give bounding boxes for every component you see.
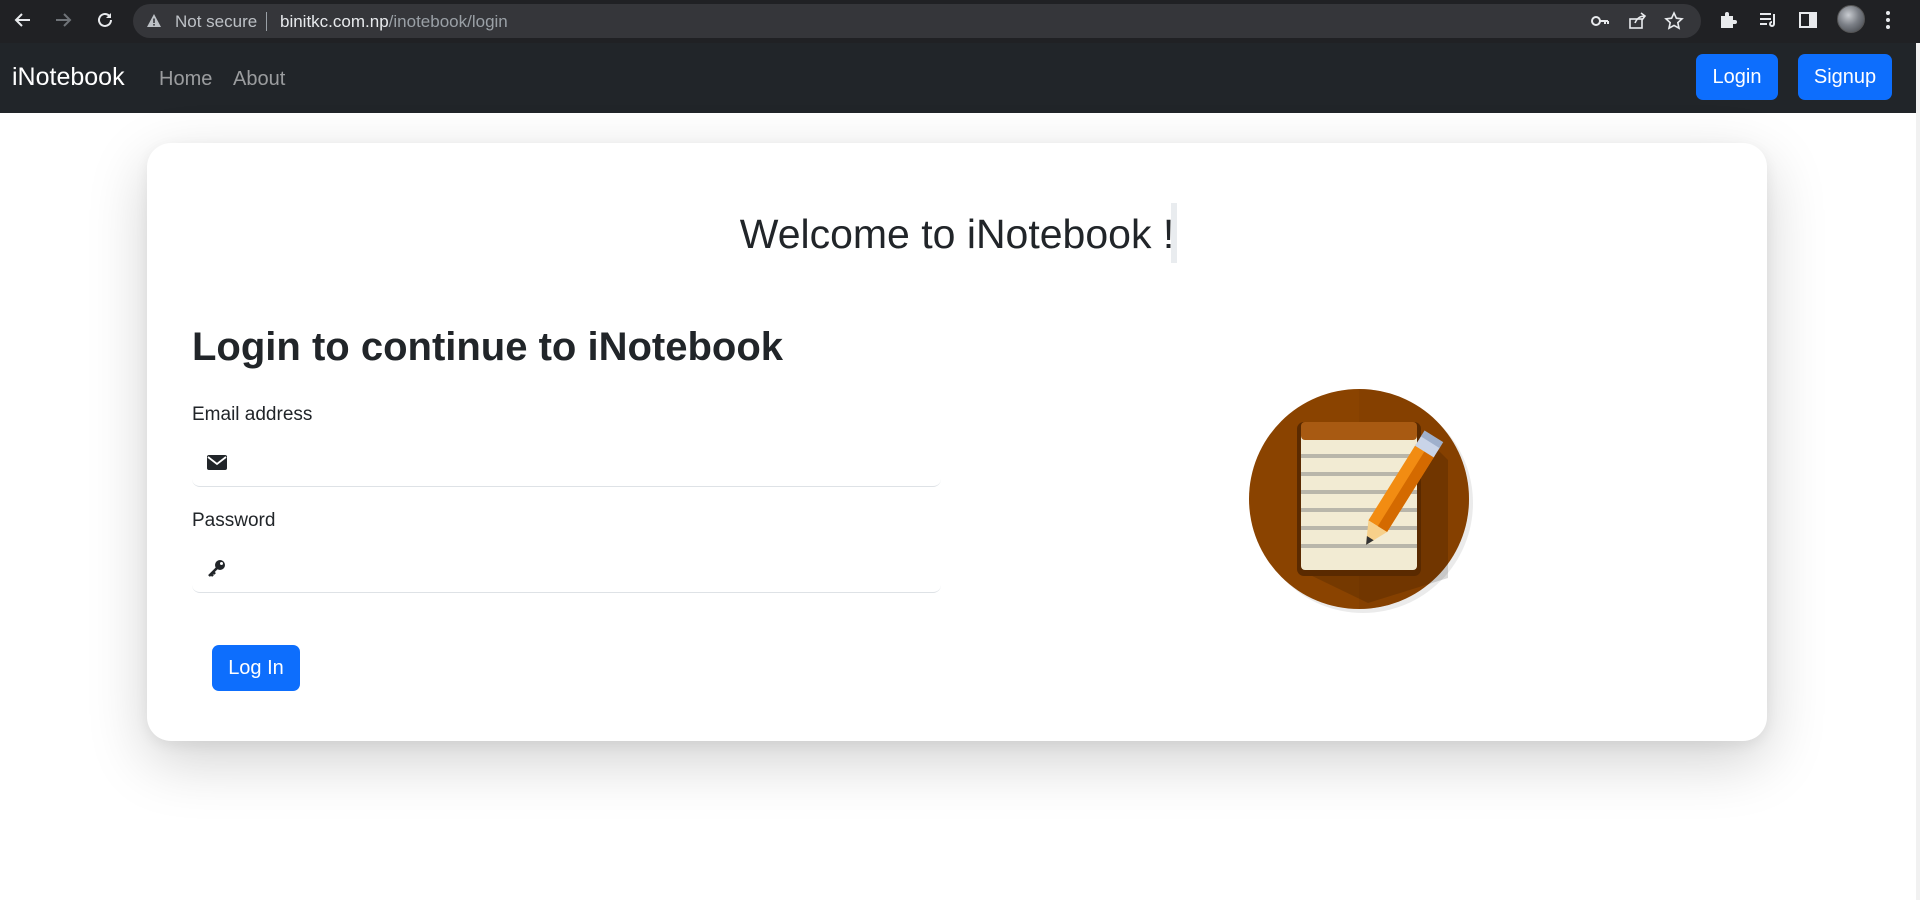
welcome-heading: Welcome to iNotebook !: [739, 211, 1175, 257]
text-cursor-highlight: [1171, 203, 1177, 263]
warning-icon: [147, 14, 161, 27]
profile-avatar[interactable]: [1837, 5, 1865, 33]
back-button[interactable]: [10, 7, 36, 33]
url-host: binitkc.com.np: [280, 12, 389, 31]
address-bar[interactable]: Not secure binitkc.com.np/inotebook/logi…: [133, 4, 1701, 38]
url-text[interactable]: binitkc.com.np/inotebook/login: [280, 12, 508, 32]
notepad-pencil-icon: [1249, 389, 1473, 613]
reading-list-icon[interactable]: [1757, 9, 1779, 31]
email-input[interactable]: [242, 442, 932, 480]
navbar-login-button[interactable]: Login: [1696, 54, 1778, 100]
reload-icon: [98, 12, 112, 27]
login-submit-button[interactable]: Log In: [212, 645, 300, 691]
navbar-signup-button[interactable]: Signup: [1798, 54, 1892, 100]
password-input-group: [192, 542, 941, 593]
email-label: Email address: [192, 404, 313, 425]
envelope-icon: [207, 455, 227, 470]
browser-toolbar: Not secure binitkc.com.np/inotebook/logi…: [0, 0, 1920, 43]
bookmark-star-icon[interactable]: [1664, 11, 1684, 31]
reload-button[interactable]: [92, 7, 118, 33]
url-path: /inotebook/login: [388, 12, 508, 31]
side-panel-icon[interactable]: [1797, 9, 1819, 31]
page-scrollbar[interactable]: [1916, 43, 1920, 900]
navbar-brand[interactable]: iNotebook: [12, 63, 125, 92]
password-input[interactable]: [242, 548, 932, 586]
arrow-left-icon: [14, 13, 30, 27]
security-label[interactable]: Not secure: [175, 12, 257, 32]
login-heading: Login to continue to iNotebook: [192, 325, 784, 369]
password-key-icon[interactable]: [1590, 11, 1610, 31]
nav-link-home[interactable]: Home: [159, 68, 212, 91]
omnibox-divider: [266, 12, 267, 31]
nav-link-about[interactable]: About: [233, 68, 285, 91]
password-label: Password: [192, 510, 276, 531]
arrow-right-icon: [56, 13, 72, 27]
share-icon[interactable]: [1627, 11, 1647, 31]
browser-menu-button[interactable]: [1884, 9, 1892, 31]
forward-button[interactable]: [50, 7, 76, 33]
extensions-puzzle-icon[interactable]: [1717, 9, 1739, 31]
email-input-group: [192, 436, 941, 487]
app-navbar: iNotebook Home About Login Signup: [0, 43, 1916, 113]
login-card: Welcome to iNotebook ! Login to continue…: [147, 143, 1767, 741]
key-icon: [208, 560, 225, 577]
